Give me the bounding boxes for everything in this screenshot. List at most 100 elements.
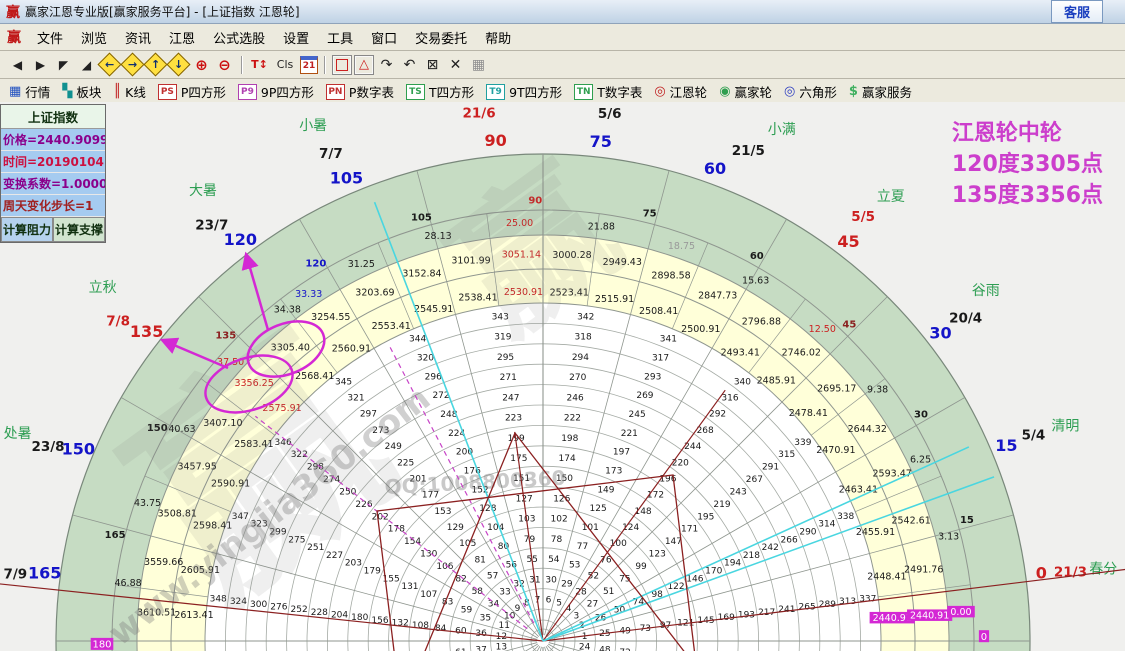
p-table-button-icon: PN bbox=[326, 84, 345, 100]
svg-text:2478.41: 2478.41 bbox=[789, 408, 828, 419]
menu-item-4[interactable]: 公式选股 bbox=[204, 25, 274, 50]
shrink-icon[interactable]: ✕ bbox=[445, 55, 466, 75]
menu-item-0[interactable]: 文件 bbox=[28, 25, 72, 50]
svg-text:处暑: 处暑 bbox=[4, 426, 32, 442]
svg-text:337: 337 bbox=[859, 594, 876, 604]
svg-text:271: 271 bbox=[500, 373, 517, 383]
svg-text:320: 320 bbox=[417, 353, 434, 363]
triangle-tool-icon[interactable]: △ bbox=[354, 55, 374, 75]
gann-wheel-button[interactable]: ◎江恩轮 bbox=[651, 81, 710, 102]
svg-text:295: 295 bbox=[497, 353, 514, 363]
svg-text:33: 33 bbox=[499, 588, 510, 598]
svg-text:129: 129 bbox=[447, 523, 464, 533]
box-x-icon[interactable]: ⊠ bbox=[422, 55, 443, 75]
svg-text:120: 120 bbox=[224, 230, 257, 249]
svg-text:46.88: 46.88 bbox=[114, 578, 141, 589]
gann-wheel-chart-area[interactable]: 2412345678910111213482526272829303132333… bbox=[0, 102, 1125, 651]
svg-text:293: 293 bbox=[644, 372, 661, 382]
p-table-button[interactable]: PNP数字表 bbox=[323, 81, 397, 102]
page-down-icon[interactable]: ◢ bbox=[76, 55, 97, 75]
kline-button-icon: ║ bbox=[113, 85, 121, 99]
toolbar-item-label: K线 bbox=[125, 82, 146, 101]
page-up-icon[interactable]: ◤ bbox=[53, 55, 74, 75]
svg-text:130: 130 bbox=[420, 550, 437, 560]
svg-text:101: 101 bbox=[582, 523, 599, 533]
rotate-cw-icon[interactable]: ↷ bbox=[376, 55, 397, 75]
menu-item-2[interactable]: 资讯 bbox=[116, 25, 160, 50]
svg-text:147: 147 bbox=[665, 537, 682, 547]
svg-text:135: 135 bbox=[130, 322, 163, 341]
svg-text:2485.91: 2485.91 bbox=[757, 376, 796, 387]
kline-button[interactable]: ║ K线 bbox=[110, 81, 149, 102]
t-updown-icon[interactable]: T↕ bbox=[249, 55, 270, 75]
svg-text:15.63: 15.63 bbox=[742, 275, 769, 286]
calc-support-button[interactable]: 计算支撑 bbox=[53, 217, 105, 242]
rotate-ccw-icon[interactable]: ↶ bbox=[399, 55, 420, 75]
svg-text:219: 219 bbox=[713, 500, 730, 510]
svg-text:75: 75 bbox=[643, 209, 657, 220]
winner-service-button[interactable]: $赢家服务 bbox=[846, 81, 915, 102]
panel-row-2: 变换系数=1.00000 bbox=[1, 173, 105, 195]
t-table-button[interactable]: TNT数字表 bbox=[571, 81, 645, 102]
svg-text:314: 314 bbox=[818, 520, 835, 530]
toolbar-separator bbox=[241, 56, 243, 74]
svg-text:223: 223 bbox=[505, 414, 522, 424]
p-square-button[interactable]: PSP四方形 bbox=[155, 81, 229, 102]
9p-square-button[interactable]: P99P四方形 bbox=[235, 81, 317, 102]
svg-text:21/6: 21/6 bbox=[463, 106, 496, 122]
calc-resistance-button[interactable]: 计算阻力 bbox=[1, 217, 53, 242]
svg-text:2508.41: 2508.41 bbox=[639, 306, 678, 317]
svg-text:338: 338 bbox=[837, 512, 854, 522]
hexagon-button[interactable]: ◎六角形 bbox=[781, 81, 840, 102]
quotes-button[interactable]: ▦行情 bbox=[6, 81, 53, 102]
svg-text:58: 58 bbox=[472, 587, 484, 597]
toolbar-item-label: 赢家服务 bbox=[862, 82, 912, 101]
svg-text:296: 296 bbox=[425, 372, 442, 382]
sectors-button[interactable]: ▚板块 bbox=[59, 81, 104, 102]
svg-text:179: 179 bbox=[364, 567, 381, 577]
zoom-in-icon[interactable]: ⊕ bbox=[191, 55, 212, 75]
forward-icon[interactable]: ▶ bbox=[30, 55, 51, 75]
shift-down-icon[interactable]: ↓ bbox=[166, 52, 190, 76]
square-tool-icon[interactable] bbox=[332, 55, 352, 75]
svg-text:120: 120 bbox=[305, 259, 326, 270]
9t-square-button[interactable]: T99T四方形 bbox=[483, 81, 565, 102]
svg-text:2593.47: 2593.47 bbox=[873, 468, 912, 479]
menu-item-5[interactable]: 设置 bbox=[274, 25, 318, 50]
shift-right-icon[interactable]: → bbox=[120, 52, 144, 76]
svg-text:60: 60 bbox=[750, 251, 764, 262]
svg-text:180: 180 bbox=[92, 640, 111, 651]
svg-text:谷雨: 谷雨 bbox=[972, 283, 1000, 299]
svg-text:2493.41: 2493.41 bbox=[721, 347, 760, 358]
svg-text:2470.91: 2470.91 bbox=[816, 445, 855, 456]
customer-service-button[interactable]: 客服 bbox=[1051, 0, 1103, 23]
calendar-icon[interactable]: 21 bbox=[300, 56, 318, 74]
svg-text:131: 131 bbox=[401, 582, 418, 592]
menu-item-8[interactable]: 交易委托 bbox=[406, 25, 476, 50]
svg-text:0.00: 0.00 bbox=[950, 607, 971, 618]
screen-icon[interactable]: ▦ bbox=[468, 55, 489, 75]
svg-text:9.38: 9.38 bbox=[867, 384, 888, 395]
menu-item-9[interactable]: 帮助 bbox=[476, 25, 520, 50]
shift-up-icon[interactable]: ↑ bbox=[143, 52, 167, 76]
svg-text:340: 340 bbox=[734, 377, 751, 387]
menu-item-3[interactable]: 江恩 bbox=[160, 25, 204, 50]
hexagon-button-icon: ◎ bbox=[784, 85, 795, 99]
p-square-button-icon: PS bbox=[158, 84, 177, 100]
svg-text:221: 221 bbox=[621, 429, 638, 439]
svg-text:6: 6 bbox=[546, 596, 552, 606]
app-logo-icon: 赢 bbox=[7, 27, 21, 47]
svg-text:2898.58: 2898.58 bbox=[651, 271, 690, 282]
zoom-out-icon[interactable]: ⊖ bbox=[214, 55, 235, 75]
toolbar-item-label: T四方形 bbox=[429, 82, 474, 101]
svg-text:2847.73: 2847.73 bbox=[698, 291, 737, 302]
t-square-button[interactable]: TST四方形 bbox=[403, 81, 477, 102]
menu-item-6[interactable]: 工具 bbox=[318, 25, 362, 50]
svg-text:78: 78 bbox=[551, 535, 563, 545]
back-icon[interactable]: ◀ bbox=[7, 55, 28, 75]
winner-wheel-button[interactable]: ◉赢家轮 bbox=[716, 81, 775, 102]
shift-left-icon[interactable]: ← bbox=[97, 52, 121, 76]
menu-item-7[interactable]: 窗口 bbox=[362, 25, 406, 50]
menu-item-1[interactable]: 浏览 bbox=[72, 25, 116, 50]
cls-icon[interactable]: Cls bbox=[272, 55, 298, 75]
